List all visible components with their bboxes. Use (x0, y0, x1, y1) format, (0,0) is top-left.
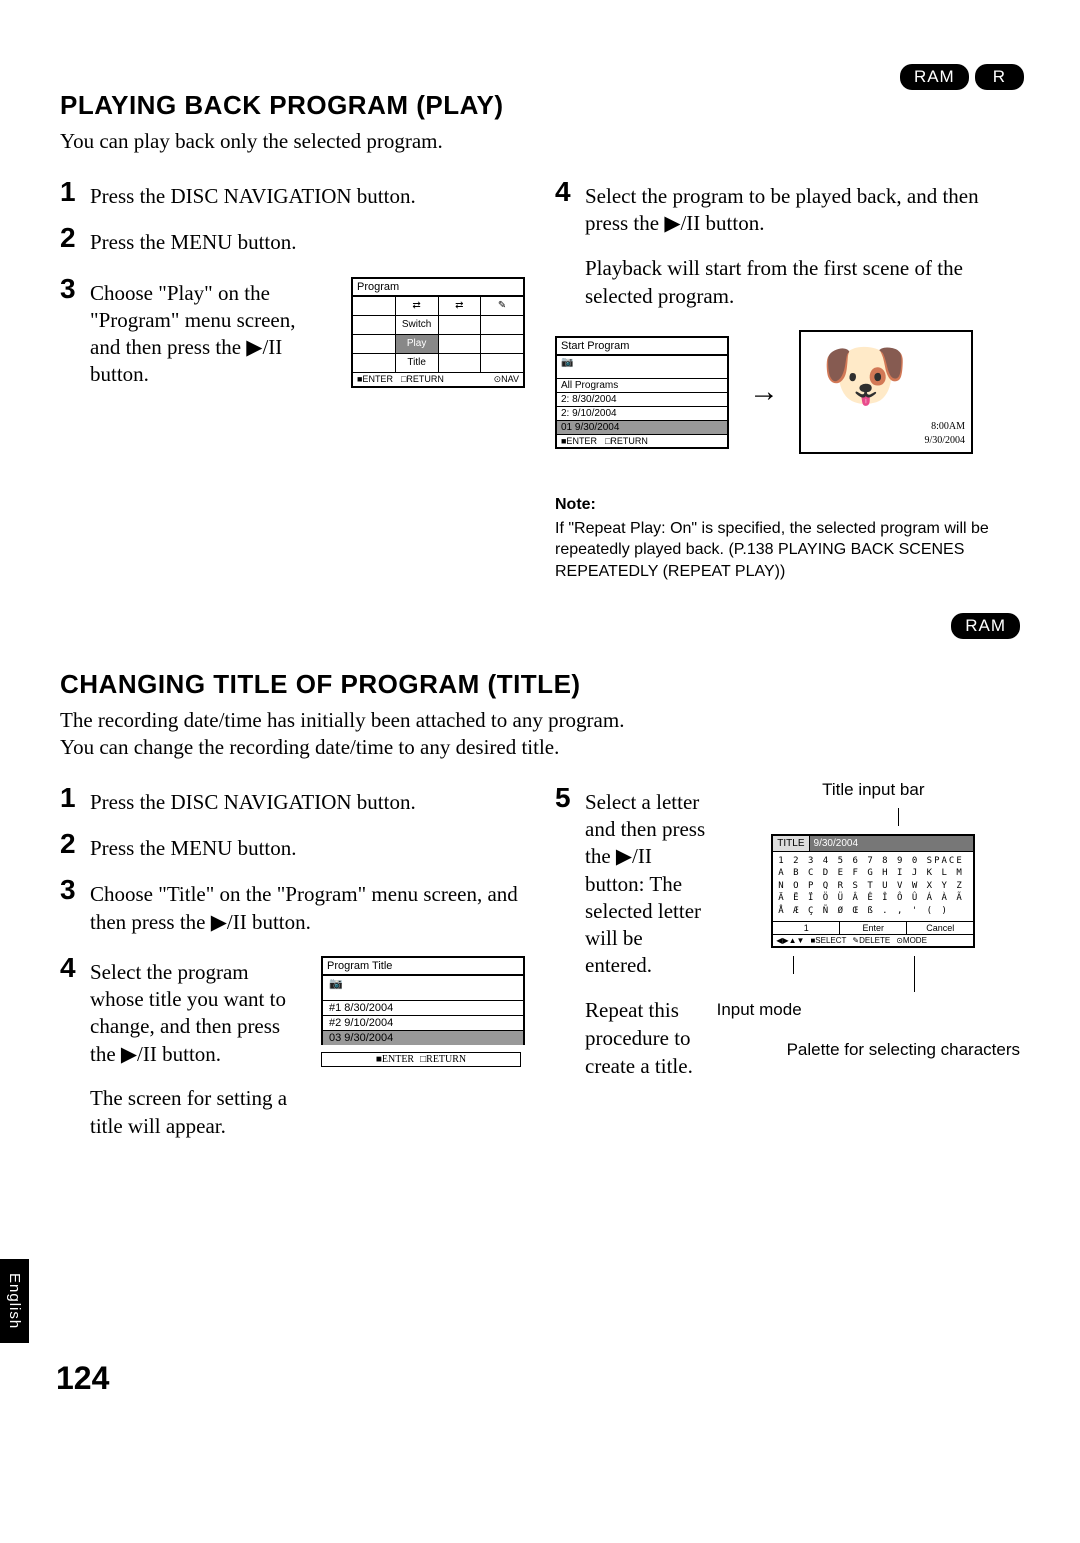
section2-title: CHANGING TITLE OF PROGRAM (TITLE) (60, 669, 1020, 700)
step-text: Choose "Play" on the "Program" menu scre… (90, 275, 331, 389)
language-tab: English (0, 1259, 29, 1343)
section2-intro1: The recording date/time has initially be… (60, 708, 1020, 733)
step-num: 2 (60, 224, 82, 252)
dog-illustration: 🐶 (821, 342, 908, 412)
s2-step-3: 3 Choose "Title" on the "Program" menu s… (60, 876, 525, 936)
section1-title: PLAYING BACK PROGRAM (PLAY) (60, 90, 1020, 121)
playback-preview-figure: 🐶 8:00AM 9/30/2004 (799, 330, 973, 454)
program-title-figure: Program Title 📷 #1 8/30/2004 #2 9/10/200… (321, 956, 525, 1045)
note-text: If "Repeat Play: On" is specified, the s… (555, 518, 1020, 583)
note-title: Note: (555, 494, 1020, 516)
s2-step-1: 1 Press the DISC NAVIGATION button. (60, 784, 525, 816)
fig-title: Program (353, 279, 523, 296)
section2-right-para: Repeat this procedure to create a title. (585, 996, 707, 1081)
fig-title: Start Program (557, 338, 727, 355)
fig-date: 9/30/2004 (924, 435, 965, 446)
annot-title-bar: Title input bar (822, 780, 924, 800)
step-text: Press the MENU button. (90, 224, 297, 256)
step-num: 3 (60, 275, 82, 303)
section2-intro2: You can change the recording date/time t… (60, 735, 1020, 760)
step-num: 4 (555, 178, 577, 206)
annot-input-mode: Input mode (717, 1000, 802, 1020)
step-text: Select the program to be played back, an… (585, 178, 1020, 238)
step-3: 3 Choose "Play" on the "Program" menu sc… (60, 275, 331, 389)
title-input-figure: TITLE 9/30/2004 1 2 3 4 5 6 7 8 9 0 SPAC… (771, 834, 975, 948)
section1-right-para: Playback will start from the first scene… (585, 254, 1020, 311)
step-4: 4 Select the program to be played back, … (555, 178, 1020, 238)
arrow-right-icon: → (749, 375, 779, 409)
step-num: 1 (60, 178, 82, 206)
s2-step-4: 4 Select the program whose title you wan… (60, 954, 301, 1068)
step-1: 1 Press the DISC NAVIGATION button. (60, 178, 525, 210)
section2-left-after: The screen for setting a title will appe… (90, 1084, 301, 1141)
annot-palette: Palette for selecting characters (787, 1040, 1020, 1060)
page-number: 124 (56, 1360, 109, 1397)
step-2: 2 Press the MENU button. (60, 224, 525, 256)
badge-r: R (975, 64, 1024, 90)
s2-step-5: 5 Select a letter and then press the ▶/I… (555, 784, 707, 980)
start-program-figure: Start Program 📷 All Programs 2: 8/30/200… (555, 336, 729, 449)
s2-step-2: 2 Press the MENU button. (60, 830, 525, 862)
fig-time: 8:00AM (931, 421, 965, 432)
program-menu-figure: Program ⇄ ⇄ ✎ Switch (351, 277, 525, 388)
note-block: Note: If "Repeat Play: On" is specified,… (555, 494, 1020, 582)
section1-intro: You can play back only the selected prog… (60, 129, 1020, 154)
badge-ram: RAM (900, 64, 969, 90)
badge-ram-2: RAM (951, 613, 1020, 639)
step-text: Press the DISC NAVIGATION button. (90, 178, 416, 210)
